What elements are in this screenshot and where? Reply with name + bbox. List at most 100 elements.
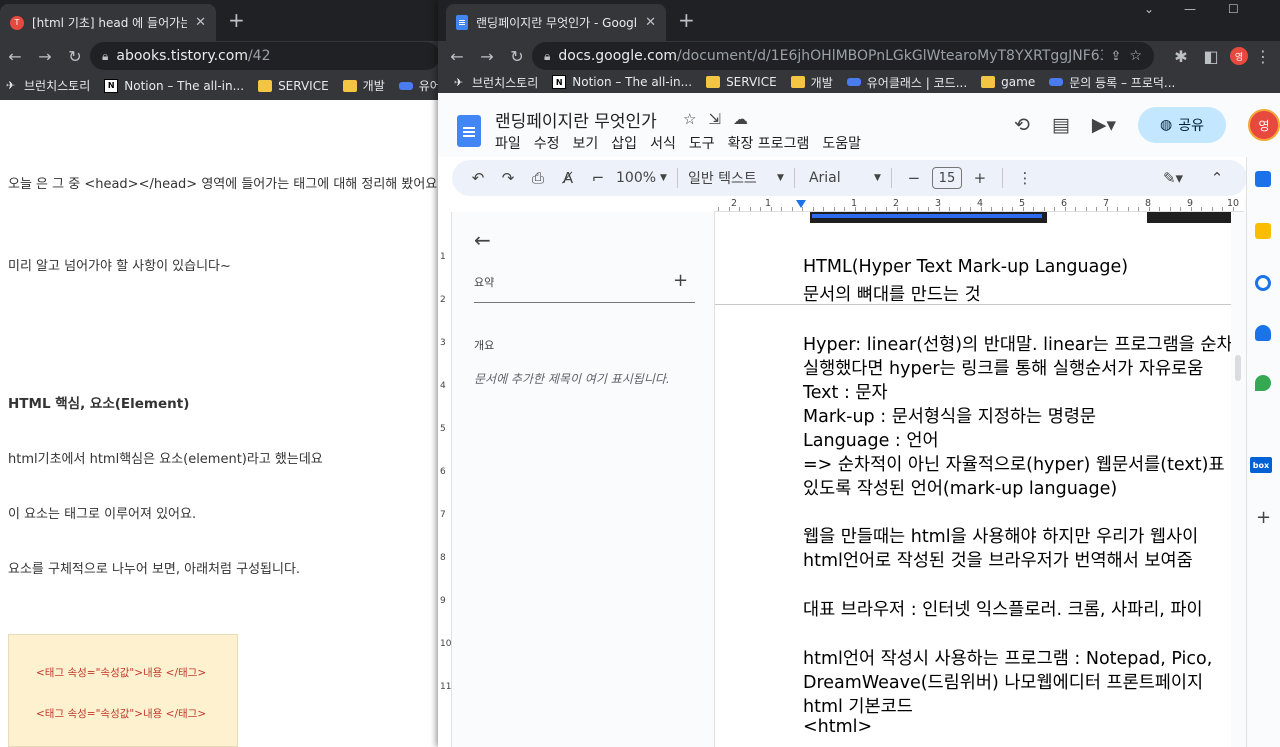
history-icon[interactable]: ⟲ [1014, 114, 1030, 136]
menu-insert[interactable]: 삽입 [611, 133, 637, 153]
reload-icon[interactable]: ↻ [60, 47, 90, 66]
close-icon[interactable]: ✕ [645, 15, 656, 30]
collapse-menus-icon[interactable]: ⌃ [1205, 169, 1229, 187]
share-button[interactable]: ◍ 공유 [1138, 107, 1226, 143]
undo-icon[interactable]: ↶ [466, 169, 490, 187]
bookmark-item[interactable]: N Notion – The all-in... [552, 75, 692, 89]
print-icon[interactable]: ⎙ [526, 169, 550, 187]
sidebar-icon[interactable]: ◧ [1196, 47, 1226, 66]
more-options-icon[interactable]: ⋮ [1013, 169, 1037, 187]
ruler-number: 2 [440, 295, 446, 305]
redo-icon[interactable]: ↷ [496, 169, 520, 187]
left-browser-window: T [html 기초] head 에 들어가는 태 ✕ + ← → ↻ 🔒︎ a… [0, 0, 440, 747]
close-icon[interactable]: ✕ [195, 15, 206, 30]
menu-file[interactable]: 파일 [495, 133, 521, 153]
left-bookmarks-bar: ✈ 브런치스토리 N Notion – The all-in... SERVICE … [0, 71, 440, 100]
ruler-tick [1233, 207, 1234, 211]
menu-edit[interactable]: 수정 [534, 133, 560, 153]
lock-icon: 🔒︎ [102, 48, 109, 63]
cloud-status-icon[interactable]: ☁ [733, 110, 748, 128]
comment-icon[interactable]: ▤ [1052, 114, 1070, 136]
paint-format-icon[interactable]: ⌐ [586, 169, 610, 187]
star-icon[interactable]: ☆ [683, 110, 696, 128]
style-select[interactable]: 일반 텍스트 ▼ [688, 168, 784, 188]
bookmark-item[interactable]: 문의 등록 – 프로덕... [1049, 74, 1175, 91]
ruler-tick [1086, 207, 1087, 211]
ruler-tick [918, 207, 919, 211]
new-tab-icon[interactable]: + [678, 10, 695, 30]
bookmark-item[interactable]: 유어클 [398, 77, 440, 94]
indent-marker-icon[interactable] [796, 200, 806, 208]
maximize-icon[interactable]: ☐ [1228, 2, 1239, 16]
bookmark-item[interactable]: ✈ 브런치스토리 [6, 77, 90, 94]
docs-tab[interactable]: 랜딩페이지란 무엇인가 - Googl ✕ [446, 4, 666, 41]
divider [1001, 168, 1003, 188]
bookmark-item[interactable]: game [981, 75, 1035, 89]
tasks-icon[interactable] [1255, 275, 1271, 291]
bookmark-item[interactable]: 유어클래스 | 코드... [846, 74, 967, 91]
bookmark-item[interactable]: 개발 [342, 77, 385, 94]
vertical-scrollbar[interactable] [1235, 355, 1241, 381]
font-select[interactable]: Arial ▼ [805, 170, 881, 186]
bookmark-item[interactable]: ✈ 브런치스토리 [454, 74, 538, 91]
contacts-icon[interactable] [1255, 325, 1271, 341]
folder-icon [981, 76, 996, 88]
menu-tools[interactable]: 도구 [689, 133, 715, 153]
new-tab-icon[interactable]: + [228, 10, 245, 30]
ruler-tick [960, 207, 961, 211]
user-avatar[interactable]: 영 [1248, 109, 1280, 141]
share-page-icon[interactable]: ⇪ [1111, 49, 1122, 64]
ruler-tick [970, 207, 971, 211]
back-arrow-icon[interactable]: ← [474, 228, 491, 252]
divider [474, 302, 695, 303]
move-folder-icon[interactable]: ⇲ [708, 110, 721, 128]
font-size-field[interactable]: 15 [931, 167, 962, 189]
menu-format[interactable]: 서식 [650, 133, 676, 153]
forward-icon[interactable]: → [472, 47, 502, 66]
back-icon[interactable]: ← [442, 47, 472, 66]
bookmark-item[interactable]: N Notion – The all-in... [104, 78, 244, 93]
zoom-select[interactable]: 100% ▼ [616, 170, 667, 186]
menu-help[interactable]: 도움말 [822, 133, 861, 153]
editing-mode-pencil-icon[interactable]: ✎▾ [1161, 169, 1185, 187]
add-app-icon[interactable]: + [1256, 507, 1271, 528]
keep-icon[interactable] [1255, 223, 1271, 239]
increase-font-size-icon[interactable]: + [968, 169, 992, 187]
star-icon[interactable]: ☆ [1129, 48, 1142, 64]
embedded-image[interactable] [810, 212, 1231, 223]
bookmark-item[interactable]: SERVICE [258, 79, 329, 93]
document-title[interactable]: 랜딩페이지란 무엇인가 [495, 107, 657, 132]
forward-icon[interactable]: → [30, 47, 60, 66]
minimize-icon[interactable]: — [1184, 2, 1196, 16]
menu-icon[interactable]: ⋮ [1248, 47, 1278, 66]
add-summary-icon[interactable]: + [673, 270, 688, 291]
left-tab[interactable]: T [html 기초] head 에 들어가는 태 ✕ [0, 4, 216, 41]
profile-avatar[interactable]: 영 [1230, 47, 1248, 65]
document-line: 웹을 만들때는 html을 사용해야 하지만 우리가 웹사이 [803, 527, 1199, 547]
ruler-tick [1044, 207, 1045, 211]
ruler-tick [781, 207, 782, 211]
extensions-icon[interactable]: ✱ [1166, 47, 1196, 66]
bookmark-item[interactable]: SERVICE [706, 75, 777, 89]
document-page[interactable]: HTML(Hyper Text Mark-up Language) 문서의 뼈대를… [714, 212, 1231, 747]
summary-label: 요약 [474, 276, 495, 289]
back-icon[interactable]: ← [0, 47, 30, 66]
docs-logo-icon[interactable] [457, 115, 481, 147]
ruler-tick [1117, 207, 1118, 211]
document-outline-panel: ← 요약 + 개요 문서에 추가한 제목이 여기 표시됩니다. [452, 212, 714, 747]
maps-icon[interactable] [1255, 375, 1271, 391]
editing-toolbar: ↶ ↷ ⎙ A̸ ⌐ 100% ▼ 일반 텍스트 ▼ Arial ▼ − 15 + ⋮… [452, 160, 1247, 196]
calendar-icon[interactable] [1255, 171, 1271, 187]
decrease-font-size-icon[interactable]: − [902, 169, 926, 187]
spellcheck-icon[interactable]: A̸ [556, 169, 580, 187]
reload-icon[interactable]: ↻ [502, 47, 532, 66]
menu-view[interactable]: 보기 [573, 133, 599, 153]
horizontal-ruler[interactable]: 2 1 1 2 3 4 5 6 7 8 9 10 [714, 198, 1244, 212]
meet-video-icon[interactable]: ▶▾ [1092, 114, 1116, 136]
right-url-field[interactable]: 🔒︎ docs.google.com/document/d/1E6jhOHlMB… [532, 42, 1154, 70]
bookmark-item[interactable]: 개발 [790, 74, 833, 91]
menu-extensions[interactable]: 확장 프로그램 [728, 133, 810, 153]
chevron-down-icon[interactable]: ⌄ [1144, 2, 1154, 16]
left-url-field[interactable]: 🔒︎ abooks.tistory.com/42 [90, 42, 440, 70]
box-app-icon[interactable]: box [1250, 457, 1272, 473]
